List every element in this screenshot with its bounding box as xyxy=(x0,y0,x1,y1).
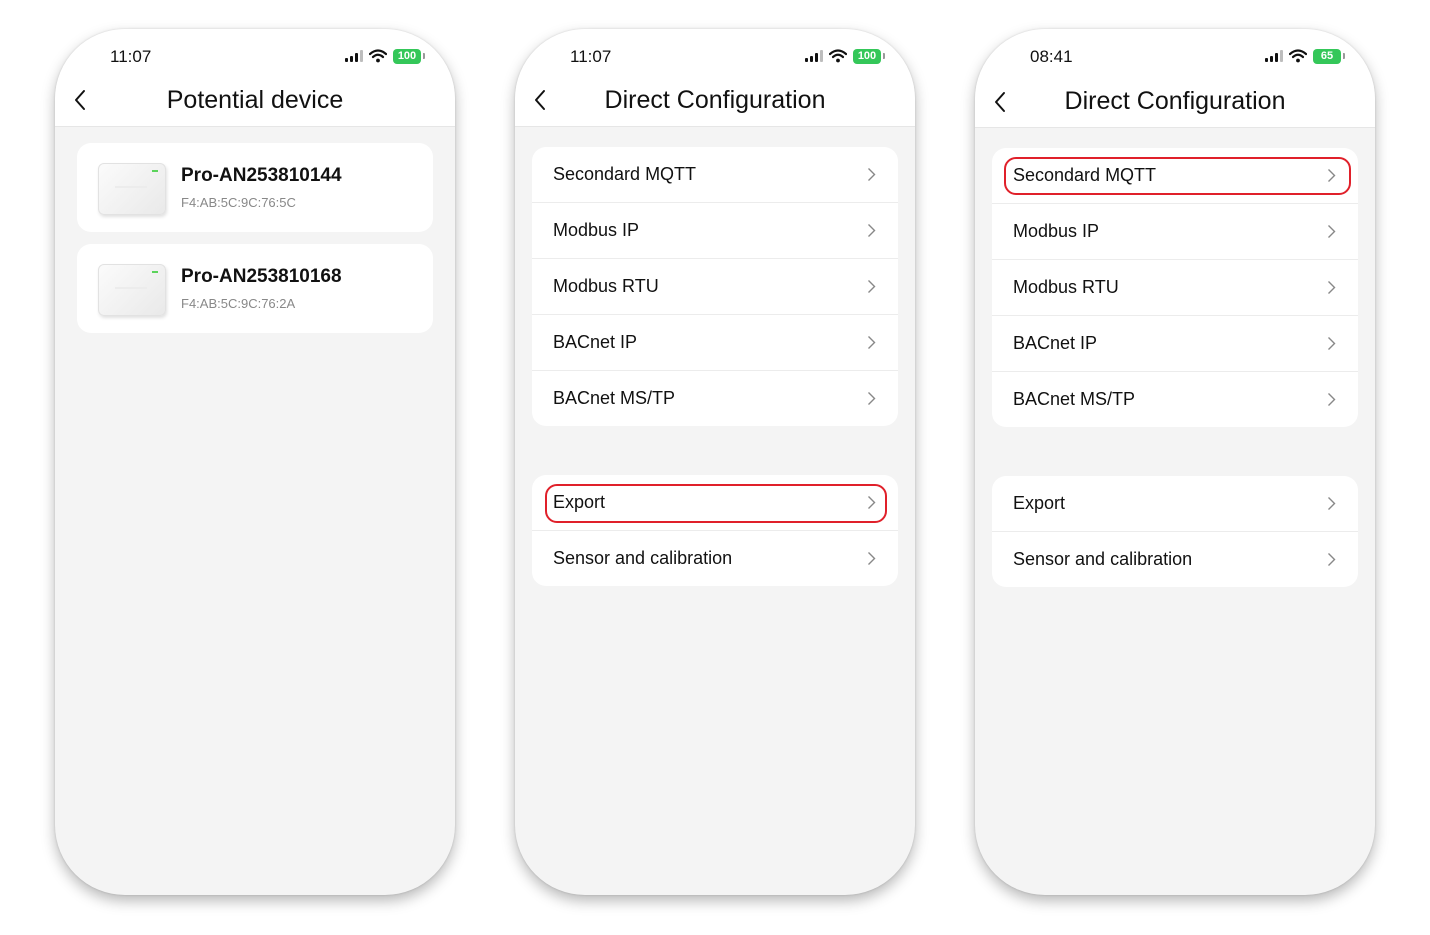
status-icons: 100 xyxy=(805,48,885,64)
menu-item-label: Modbus IP xyxy=(553,220,640,240)
device-name: Pro-AN253810168 xyxy=(181,266,342,287)
protocol-list: Secondard MQTT Modbus IP Modbus RTU BACn… xyxy=(992,148,1358,427)
menu-item-label: BACnet IP xyxy=(1013,333,1098,353)
menu-item-bacnet-ip[interactable]: BACnet IP xyxy=(532,315,898,371)
chevron-right-icon xyxy=(1328,225,1336,238)
menu-item-label: BACnet IP xyxy=(553,332,638,352)
menu-item-sensor-calibration[interactable]: Sensor and calibration xyxy=(532,531,898,586)
menu-item-label: Sensor and calibration xyxy=(1013,549,1193,569)
menu-item-secondard-mqtt[interactable]: Secondard MQTT xyxy=(532,147,898,203)
cellular-signal-icon xyxy=(1265,50,1283,62)
device-mac: F4:AB:5C:9C:76:2A xyxy=(181,296,296,311)
chevron-right-icon xyxy=(1328,281,1336,294)
menu-item-label: Modbus RTU xyxy=(1013,277,1119,297)
chevron-right-icon xyxy=(1328,337,1336,350)
menu-item-modbus-ip[interactable]: Modbus IP xyxy=(532,203,898,259)
menu-item-label: Modbus IP xyxy=(1013,221,1100,241)
header: 11:07 100 Potential device xyxy=(55,29,455,127)
menu-item-modbus-ip[interactable]: Modbus IP xyxy=(992,204,1358,260)
menu-item-bacnet-mstp[interactable]: BACnet MS/TP xyxy=(532,371,898,426)
menu-item-modbus-rtu[interactable]: Modbus RTU xyxy=(992,260,1358,316)
chevron-right-icon xyxy=(868,280,876,293)
battery-icon: 65 xyxy=(1313,48,1345,64)
device-card[interactable]: Pro-AN253810168 F4:AB:5C:9C:76:2A xyxy=(77,244,433,333)
chevron-right-icon xyxy=(1328,497,1336,510)
chevron-right-icon xyxy=(868,224,876,237)
menu-item-modbus-rtu[interactable]: Modbus RTU xyxy=(532,259,898,315)
page-title: Direct Configuration xyxy=(1064,87,1286,115)
menu-item-label: BACnet MS/TP xyxy=(553,388,676,408)
menu-item-bacnet-mstp[interactable]: BACnet MS/TP xyxy=(992,372,1358,427)
chevron-right-icon xyxy=(868,168,876,181)
status-time: 08:41 xyxy=(1030,47,1073,66)
page-title: Direct Configuration xyxy=(604,86,826,114)
chevron-right-icon xyxy=(1328,553,1336,566)
protocol-list: Secondard MQTT Modbus IP Modbus RTU BACn… xyxy=(532,147,898,426)
menu-item-label: BACnet MS/TP xyxy=(1013,389,1136,409)
cellular-signal-icon xyxy=(345,50,363,62)
tools-list: Export Sensor and calibration xyxy=(532,475,898,586)
status-icons: 100 xyxy=(345,48,425,64)
menu-item-bacnet-ip[interactable]: BACnet IP xyxy=(992,316,1358,372)
chevron-right-icon xyxy=(1328,169,1336,182)
device-image xyxy=(98,163,166,215)
chevron-right-icon xyxy=(868,496,876,509)
cellular-signal-icon xyxy=(805,50,823,62)
page-title: Potential device xyxy=(166,86,344,114)
menu-item-label: Sensor and calibration xyxy=(553,548,733,568)
menu-item-export[interactable]: Export xyxy=(532,475,898,531)
wifi-icon xyxy=(369,49,387,63)
battery-icon: 100 xyxy=(393,48,425,64)
menu-item-label: Export xyxy=(1013,493,1066,513)
menu-item-label: Export xyxy=(553,492,606,512)
status-time: 11:07 xyxy=(570,47,612,66)
wifi-icon xyxy=(829,49,847,63)
menu-item-label: Secondard MQTT xyxy=(1013,165,1157,185)
menu-item-secondard-mqtt[interactable]: Secondard MQTT xyxy=(992,148,1358,204)
phone-screen-direct-configuration: 08:41 65 Direct Configuration Secondard … xyxy=(975,29,1375,895)
status-icons: 65 xyxy=(1265,48,1345,64)
device-image xyxy=(98,264,166,316)
phone-screen-potential-device: 11:07 100 Potential device Pro-AN2538101… xyxy=(55,29,455,895)
device-card[interactable]: Pro-AN253810144 F4:AB:5C:9C:76:5C xyxy=(77,143,433,232)
device-mac: F4:AB:5C:9C:76:5C xyxy=(181,195,296,210)
phone-screen-direct-configuration: 11:07 100 Direct Configuration Secondard… xyxy=(515,29,915,895)
chevron-right-icon xyxy=(868,552,876,565)
menu-item-label: Modbus RTU xyxy=(553,276,659,296)
menu-item-export[interactable]: Export xyxy=(992,476,1358,532)
menu-item-label: Secondard MQTT xyxy=(553,164,697,184)
battery-icon: 100 xyxy=(853,48,885,64)
device-name: Pro-AN253810144 xyxy=(181,165,342,186)
status-time: 11:07 xyxy=(110,47,152,66)
chevron-right-icon xyxy=(868,336,876,349)
menu-item-sensor-calibration[interactable]: Sensor and calibration xyxy=(992,532,1358,587)
wifi-icon xyxy=(1289,49,1307,63)
tools-list: Export Sensor and calibration xyxy=(992,476,1358,587)
chevron-right-icon xyxy=(1328,393,1336,406)
header: 08:41 65 Direct Configuration xyxy=(975,29,1375,128)
header: 11:07 100 Direct Configuration xyxy=(515,29,915,127)
chevron-right-icon xyxy=(868,392,876,405)
